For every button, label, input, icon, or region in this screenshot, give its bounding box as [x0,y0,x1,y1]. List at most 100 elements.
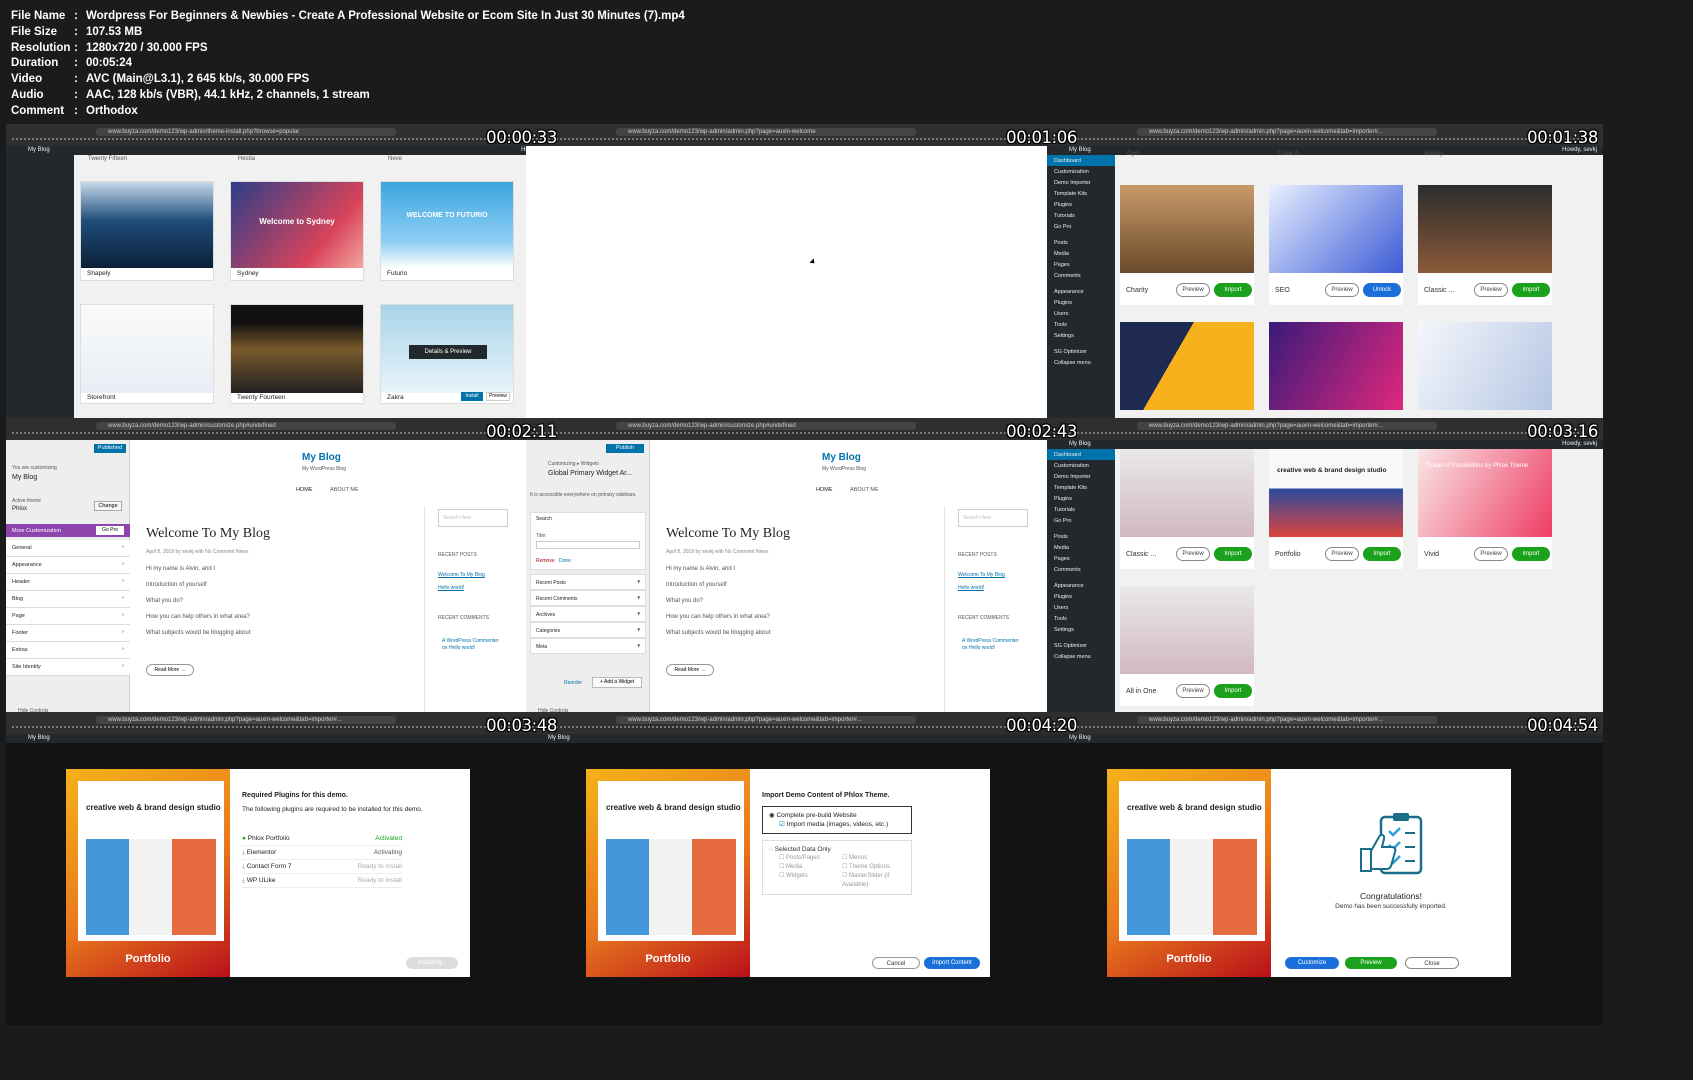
admin-site-name[interactable]: My Blog [28,735,50,742]
demo-card-charity[interactable]: Charity Preview Import [1120,185,1254,305]
customizer-section[interactable]: Header › [6,574,130,591]
customizer-section[interactable]: Extras › [6,642,130,659]
demo-card-seo[interactable]: SEO Preview Unlock [1269,185,1403,305]
import-button[interactable]: Import [1214,684,1252,698]
admin-site-name[interactable]: My Blog [1069,735,1091,742]
read-more-button[interactable]: Read More → [666,664,714,676]
widget-item[interactable]: Categories ▾ [530,622,646,638]
preview-button[interactable]: Preview [1474,283,1508,297]
nav-home[interactable]: HOME [296,487,313,493]
preview-button[interactable]: Preview [1325,547,1359,561]
recent-post-link[interactable]: Hello world! [438,585,464,591]
sidebar-item[interactable]: Pages [1047,553,1115,564]
import-option-checkbox[interactable]: ☐ MasterSlider (if Available) [842,872,905,890]
customizer-section[interactable]: Page › [6,608,130,625]
recent-post-link[interactable]: Welcome To My Blog [438,572,485,578]
sidebar-item[interactable]: Posts [1047,237,1115,248]
sidebar-item[interactable]: Customization [1047,460,1115,471]
complete-website-radio[interactable]: ◉ Complete pre-build Website [769,811,905,820]
sidebar-item[interactable]: Plugins [1047,493,1115,504]
reorder-link[interactable]: Reorder [564,680,582,686]
customizer-section[interactable]: Blog › [6,591,130,608]
demo-card-classic[interactable]: Classic ... Preview Import [1120,449,1254,569]
recent-comment-link[interactable]: A WordPress Commenter on Hello world! [962,638,1022,652]
sidebar-item[interactable]: Pages [1047,259,1115,270]
widget-item[interactable]: Meta ▾ [530,638,646,654]
install-button[interactable]: Install [461,392,483,401]
sidebar-item[interactable]: Demo Importer [1047,471,1115,482]
sidebar-item[interactable]: Comments [1047,270,1115,281]
preview-button[interactable]: Preview [486,392,510,401]
nav-about[interactable]: ABOUT ME [330,487,359,493]
published-button[interactable]: Published [94,444,126,453]
sidebar-item[interactable]: SG Optimizer [1047,640,1115,651]
theme-card-zakra[interactable]: Details & Preview Zakra Install Preview [380,304,514,404]
url-field[interactable]: www.buyza.com/demo123/wp-admin/admin.php… [1137,716,1437,724]
recent-comment-link[interactable]: A WordPress Commenter on Hello world! [442,638,502,652]
read-more-button[interactable]: Read More → [146,664,194,676]
recent-post-link[interactable]: Hello world! [958,585,984,591]
customizer-section[interactable]: Site Identity › [6,659,130,676]
import-button[interactable]: Import [1214,283,1252,297]
theme-card-sydney[interactable]: Welcome to Sydney Sydney [230,181,364,281]
sidebar-item[interactable]: Customization [1047,166,1115,177]
more-customization-banner[interactable]: More Customization Go Pro [6,524,130,537]
sidebar-item[interactable]: Appearance [1047,286,1115,297]
installing-button[interactable]: Installing... [406,957,458,969]
search-widget[interactable]: Search Title: Remove Done [530,512,646,570]
import-option-checkbox[interactable]: ☐ Theme Options [842,863,905,872]
sidebar-item[interactable]: Template Kits [1047,188,1115,199]
admin-site-name[interactable]: My Blog [548,735,570,742]
widget-item[interactable]: Recent Comments ▾ [530,590,646,606]
sidebar-item[interactable]: Tools [1047,613,1115,624]
preview-button[interactable]: Preview [1176,547,1210,561]
sidebar-item[interactable]: Settings [1047,330,1115,341]
demo-card-classic[interactable]: Classic ... Preview Import [1418,185,1552,305]
theme-card-shapely[interactable]: Shapely [80,181,214,281]
done-link[interactable]: Done [559,558,571,564]
nav-about[interactable]: ABOUT ME [850,487,879,493]
sidebar-item[interactable]: Go Pro [1047,221,1115,232]
howdy-label[interactable]: Howdy, sevkj [1562,441,1597,448]
widget-item[interactable]: Archives ▾ [530,606,646,622]
demo-card-consulting[interactable] [1120,322,1254,410]
sidebar-item[interactable]: Plugins [1047,591,1115,602]
preview-button[interactable]: Preview [1345,957,1397,969]
customizer-section[interactable]: General › [6,540,130,557]
url-field[interactable]: www.buyza.com/demo123/wp-admin/customize… [616,422,916,430]
import-option-checkbox[interactable]: ☐ Posts/Pages [779,854,842,863]
sidebar-item[interactable]: Tutorials [1047,210,1115,221]
customizer-section[interactable]: Footer › [6,625,130,642]
cancel-button[interactable]: Cancel [872,957,920,969]
sidebar-item[interactable]: Settings [1047,624,1115,635]
sidebar-item[interactable]: Dashboard [1047,449,1115,460]
sidebar-search-input[interactable]: Search Here [438,509,508,527]
preview-button[interactable]: Preview [1176,684,1210,698]
url-field[interactable]: www.buyza.com/demo123/wp-admin/admin.php… [616,128,916,136]
add-widget-button[interactable]: + Add a Widget [592,677,642,688]
publish-button[interactable]: Publish [606,444,644,453]
sidebar-item[interactable]: Users [1047,602,1115,613]
admin-site-name[interactable]: My Blog [1069,441,1091,448]
sidebar-item[interactable]: Collapse menu [1047,357,1115,368]
sidebar-item[interactable]: Go Pro [1047,515,1115,526]
url-field[interactable]: www.buyza.com/demo123/wp-admin/admin.php… [616,716,916,724]
remove-link[interactable]: Remove [536,558,555,564]
sidebar-item[interactable]: Media [1047,542,1115,553]
preview-button[interactable]: Preview [1325,283,1359,297]
sidebar-item[interactable]: Plugins [1047,297,1115,308]
admin-site-name[interactable]: My Blog [28,147,50,154]
import-option-checkbox[interactable]: ☐ Menus [842,854,905,863]
sidebar-item[interactable]: SG Optimizer [1047,346,1115,357]
import-content-button[interactable]: Import Content [924,957,980,969]
sidebar-item[interactable]: Media [1047,248,1115,259]
preview-button[interactable]: Preview [1176,283,1210,297]
import-option-checkbox[interactable]: ☐ Media [779,863,842,872]
url-field[interactable]: www.buyza.com/demo123/wp-admin/admin.php… [96,716,396,724]
demo-card-all-in-one[interactable]: All in One Preview Import [1120,586,1254,706]
theme-card-futurio[interactable]: WELCOME TO FUTURIO Futurio [380,181,514,281]
close-button[interactable]: Close [1405,957,1459,969]
preview-button[interactable]: Preview [1474,547,1508,561]
widget-item[interactable]: Recent Posts ▾ [530,574,646,590]
nav-home[interactable]: HOME [816,487,833,493]
